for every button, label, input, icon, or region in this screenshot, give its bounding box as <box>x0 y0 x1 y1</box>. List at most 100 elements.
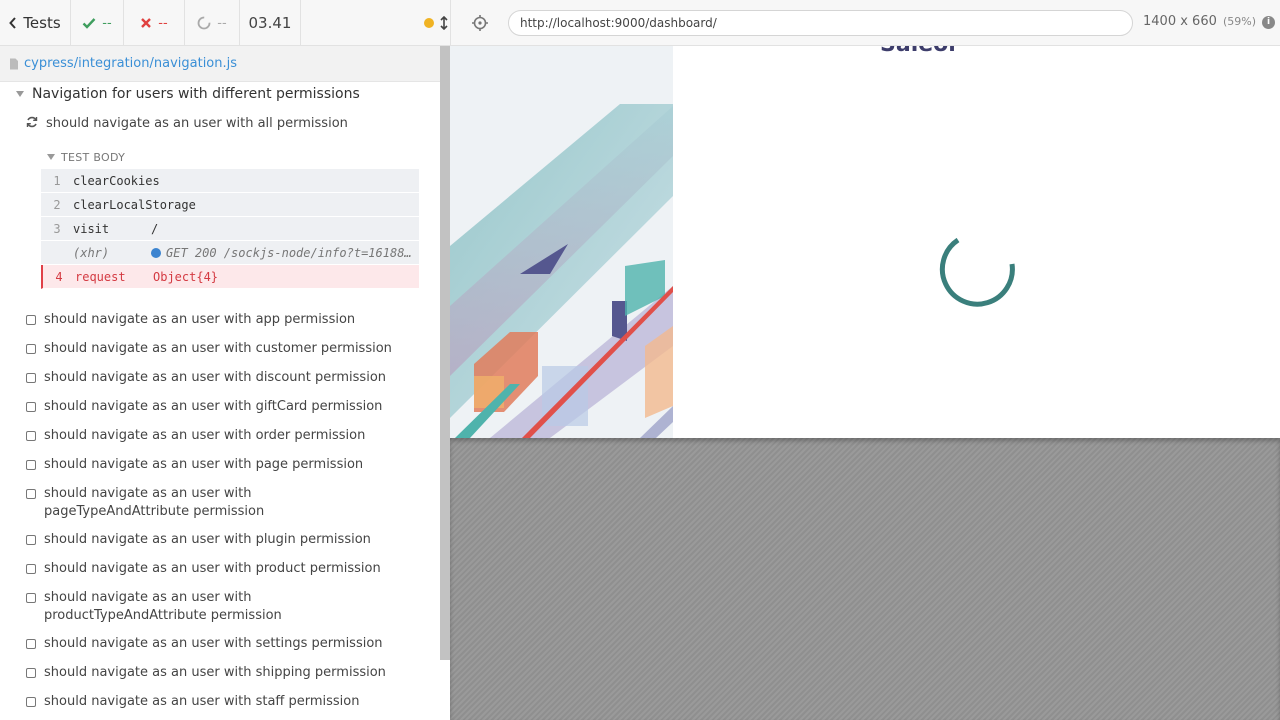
test-body-label: TEST BODY <box>61 150 126 164</box>
suite-title[interactable]: Navigation for users with different perm… <box>16 86 360 102</box>
test-row[interactable]: should navigate as an user with page per… <box>26 456 426 474</box>
viewport-scale: (59%) <box>1223 15 1257 28</box>
test-row[interactable]: should navigate as an user with pageType… <box>26 485 376 521</box>
duration-value: 03.41 <box>248 14 292 32</box>
caret-down-icon <box>47 154 55 160</box>
checkbox-icon <box>26 564 36 574</box>
test-row[interactable]: should navigate as an user with giftCard… <box>26 398 426 416</box>
pending-count: -- <box>185 0 240 46</box>
reporter-scrollbar[interactable] <box>440 46 450 720</box>
test-title: should navigate as an user with app perm… <box>44 312 356 327</box>
app-title-partial: Saleor <box>880 46 959 57</box>
checkbox-icon <box>26 402 36 412</box>
test-title: should navigate as an user with productT… <box>44 590 282 623</box>
passed-value: -- <box>102 15 112 31</box>
test-title: should navigate as an user with staff pe… <box>44 694 360 709</box>
checkbox-icon <box>26 697 36 707</box>
running-test-row[interactable]: should navigate as an user with all perm… <box>26 115 426 133</box>
test-title: should navigate as an user with giftCard… <box>44 399 383 414</box>
test-title: should navigate as an user with settings… <box>44 636 383 651</box>
passed-count: -- <box>71 0 124 46</box>
test-title: should navigate as an user with page per… <box>44 457 364 472</box>
command-number: 4 <box>55 269 63 284</box>
checkbox-icon <box>26 639 36 649</box>
test-body-header[interactable]: TEST BODY <box>41 145 419 169</box>
test-title: should navigate as an user with shipping… <box>44 665 386 680</box>
chevron-left-icon <box>9 17 17 29</box>
xhr-message-text: GET 200 /sockjs-node/info?t=161883... <box>166 245 419 260</box>
run-controls <box>301 0 491 46</box>
test-title: should navigate as an user with product … <box>44 561 381 576</box>
command-number: 2 <box>53 197 61 212</box>
failed-command-row[interactable]: 4 request Object{4} <box>41 265 419 289</box>
reporter-stats-bar: Tests -- -- -- 03.41 <box>0 0 491 46</box>
duration: 03.41 <box>240 0 301 46</box>
scrollbar-thumb[interactable] <box>440 46 450 660</box>
failed-value: -- <box>158 15 168 31</box>
test-title: should navigate as an user with discount… <box>44 370 387 385</box>
failed-count: -- <box>124 0 185 46</box>
running-test-title: should navigate as an user with all perm… <box>46 116 348 131</box>
suite-title-text: Navigation for users with different perm… <box>32 86 360 102</box>
caret-down-icon <box>16 91 24 97</box>
test-title: should navigate as an user with pageType… <box>44 486 265 519</box>
command-number: 1 <box>53 173 61 188</box>
checkbox-icon <box>26 593 36 603</box>
test-title: should navigate as an user with order pe… <box>44 428 366 443</box>
viewport-info: 1400 x 660 (59%) <box>1143 14 1256 29</box>
checkbox-icon <box>26 460 36 470</box>
circle-notch-icon <box>197 16 211 30</box>
command-name: visit <box>73 221 110 236</box>
tests-back-label: Tests <box>23 14 61 32</box>
test-row[interactable]: should navigate as an user with shipping… <box>26 664 426 682</box>
running-dot-icon <box>424 18 434 28</box>
command-name: (xhr) <box>73 245 110 260</box>
test-body: TEST BODY 1 clearCookies 2 clearLocalSto… <box>41 145 419 289</box>
viewport-size: 1400 x 660 <box>1143 14 1217 29</box>
spec-path-link[interactable]: cypress/integration/navigation.js <box>24 56 237 71</box>
test-row[interactable]: should navigate as an user with staff pe… <box>26 693 426 711</box>
info-icon[interactable]: i <box>1262 16 1275 29</box>
test-row[interactable]: should navigate as an user with customer… <box>26 340 426 358</box>
test-row[interactable]: should navigate as an user with app perm… <box>26 311 426 329</box>
checkbox-icon <box>26 535 36 545</box>
checkbox-icon <box>26 431 36 441</box>
checkbox-icon <box>26 344 36 354</box>
test-row[interactable]: should navigate as an user with order pe… <box>26 427 426 445</box>
url-input[interactable] <box>508 10 1133 36</box>
test-title: should navigate as an user with customer… <box>44 341 392 356</box>
test-row[interactable]: should navigate as an user with settings… <box>26 635 426 653</box>
checkbox-icon <box>26 668 36 678</box>
command-name: request <box>75 269 126 284</box>
command-message: Object{4} <box>153 269 219 284</box>
check-icon <box>82 18 96 29</box>
command-row[interactable]: 3 visit / <box>41 217 419 241</box>
test-title: should navigate as an user with plugin p… <box>44 532 371 547</box>
crosshair-icon[interactable] <box>470 13 490 33</box>
tests-back-button[interactable]: Tests <box>0 0 71 46</box>
checkbox-icon <box>26 489 36 499</box>
login-illustration <box>450 46 673 438</box>
xhr-command-row[interactable]: (xhr) GET 200 /sockjs-node/info?t=161883… <box>41 241 419 265</box>
test-row[interactable]: should navigate as an user with discount… <box>26 369 426 387</box>
xhr-status-dot-icon <box>151 247 161 258</box>
aut-background <box>450 438 1280 720</box>
reporter-panel: Tests -- -- -- 03.41 cypress/integration… <box>0 0 491 720</box>
test-row[interactable]: should navigate as an user with product … <box>26 560 426 578</box>
checkbox-icon <box>26 373 36 383</box>
command-name: clearLocalStorage <box>73 197 196 212</box>
command-row[interactable]: 1 clearCookies <box>41 169 419 193</box>
pending-value: -- <box>217 15 227 31</box>
decorative-shapes-illustration <box>450 46 673 438</box>
command-message: / <box>151 221 159 236</box>
command-row[interactable]: 2 clearLocalStorage <box>41 193 419 217</box>
command-message: GET 200 /sockjs-node/info?t=161883... <box>151 246 419 260</box>
command-name: clearCookies <box>73 173 160 188</box>
test-row[interactable]: should navigate as an user with productT… <box>26 589 386 625</box>
arrows-vertical-icon[interactable] <box>440 16 448 30</box>
test-row[interactable]: should navigate as an user with plugin p… <box>26 531 426 549</box>
aut-iframe: Saleor <box>450 46 1280 438</box>
x-icon <box>141 18 152 28</box>
file-icon <box>10 58 18 69</box>
spec-path-bar: cypress/integration/navigation.js <box>0 46 440 82</box>
